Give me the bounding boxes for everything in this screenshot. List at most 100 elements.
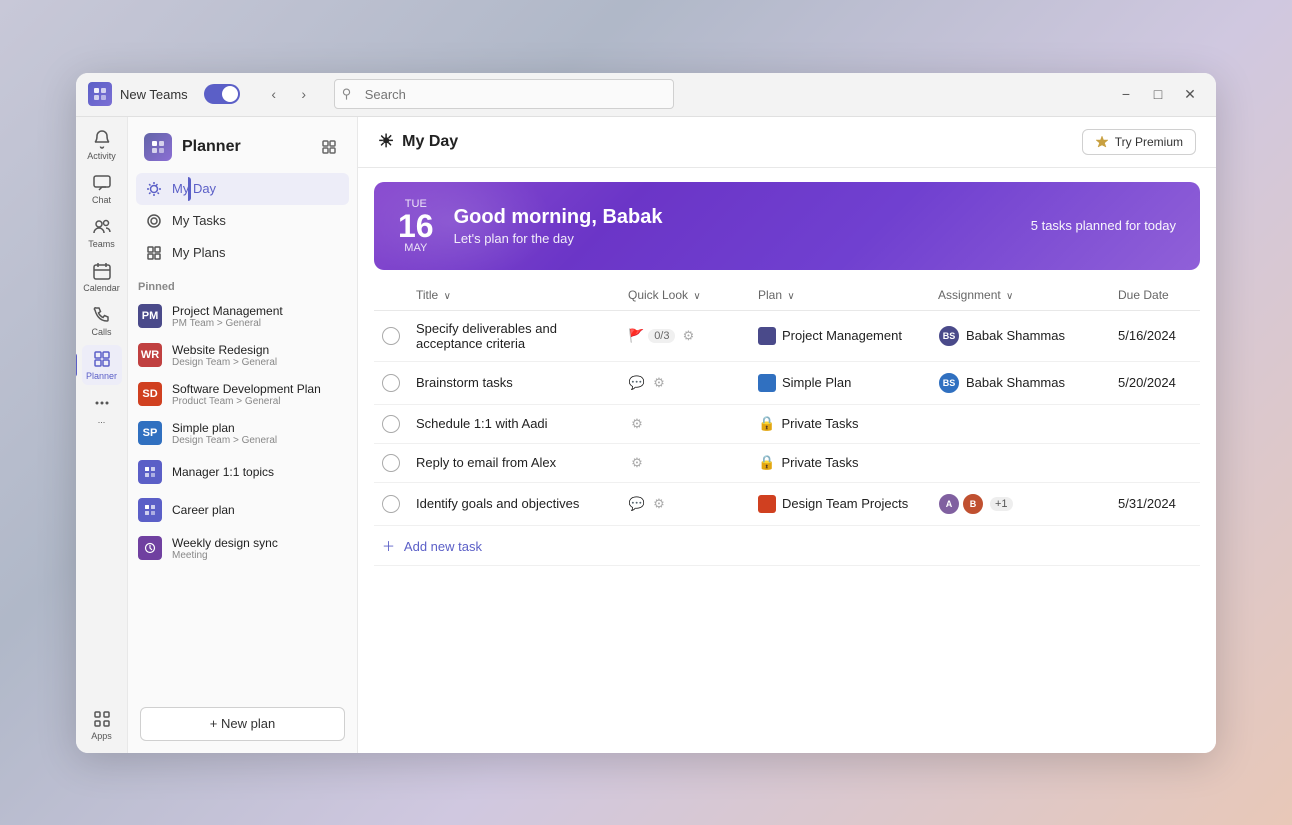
th-assignment[interactable]: Assignment ∨ — [930, 280, 1110, 311]
cp-icon — [138, 498, 162, 522]
sidebar-item-calls[interactable]: Calls — [82, 301, 122, 341]
search-input[interactable] — [334, 79, 674, 109]
settings-icon-r4[interactable]: ⚙ — [628, 454, 646, 472]
close-button[interactable]: ✕ — [1176, 80, 1204, 108]
plan-name-r4: Private Tasks — [781, 455, 858, 470]
avatar-r1: BS — [938, 325, 960, 347]
sidebar-item-calendar[interactable]: Calendar — [82, 257, 122, 297]
task-table-container: Title ∨ Quick Look ∨ Plan ∨ — [358, 280, 1216, 753]
planner-icon — [144, 133, 172, 161]
content-area: ☀ My Day Try Premium TUE 16 May Good mor… — [358, 117, 1216, 753]
chat-icon-r2: 💬 — [628, 374, 646, 392]
settings-icon-r3[interactable]: ⚙ — [628, 415, 646, 433]
add-task-label[interactable]: Add new task — [404, 539, 482, 554]
sidebar-item-chat[interactable]: Chat — [82, 169, 122, 209]
sp-icon: SP — [138, 421, 162, 445]
wr-name: Website Redesign — [172, 343, 277, 357]
nav-item-my-tasks[interactable]: My Tasks — [136, 205, 349, 237]
sidebar-pinned-section: Pinned PM Project Management PM Team > G… — [128, 269, 357, 695]
table-row: Brainstorm tasks 💬 ⚙ — [374, 361, 1200, 404]
th-due-date: Due Date — [1110, 280, 1200, 311]
assignee-cell-r3 — [930, 404, 1110, 443]
maximize-button[interactable]: □ — [1144, 80, 1172, 108]
nav-item-my-day[interactable]: My Day — [136, 173, 349, 205]
try-premium-button[interactable]: Try Premium — [1082, 129, 1196, 155]
chat-icon-r5: 💬 — [628, 495, 646, 513]
avatar-r5-2: B — [962, 493, 984, 515]
wds-icon — [138, 536, 162, 560]
task-checkbox-r1[interactable] — [382, 327, 400, 345]
pm-icon: PM — [138, 304, 162, 328]
pinned-item-sdp[interactable]: SD Software Development Plan Product Tea… — [128, 375, 357, 414]
sidebar-item-more[interactable]: ... — [82, 389, 122, 429]
calls-label: Calls — [91, 327, 111, 337]
main-content: Activity Chat Teams Calendar Calls — [76, 117, 1216, 753]
new-plan-button[interactable]: + New plan — [140, 707, 345, 741]
pinned-item-wr[interactable]: WR Website Redesign Design Team > Genera… — [128, 336, 357, 375]
m11-name: Manager 1:1 topics — [172, 465, 274, 479]
window-controls: − □ ✕ — [1112, 80, 1204, 108]
assignee-cell-r4 — [930, 443, 1110, 482]
sidebar-nav: My Day My Tasks My Plans — [128, 173, 357, 269]
nav-item-my-plans[interactable]: My Plans — [136, 237, 349, 269]
th-plan[interactable]: Plan ∨ — [750, 280, 930, 311]
sidebar-item-planner[interactable]: Planner — [82, 345, 122, 385]
planner-label: Planner — [86, 371, 117, 381]
app-logo-icon — [88, 82, 112, 106]
icon-rail: Activity Chat Teams Calendar Calls — [76, 117, 128, 753]
th-quick-look[interactable]: Quick Look ∨ — [620, 280, 750, 311]
forward-button[interactable]: › — [290, 80, 318, 108]
avatar-extra-count-r5: +1 — [990, 497, 1013, 511]
banner-day-label: TUE — [405, 198, 427, 210]
pinned-item-wds[interactable]: Weekly design sync Meeting — [128, 529, 357, 568]
pinned-item-sp[interactable]: SP Simple plan Design Team > General — [128, 414, 357, 453]
chat-label: Chat — [92, 195, 111, 205]
pinned-item-m11[interactable]: Manager 1:1 topics — [128, 453, 357, 491]
th-title[interactable]: Title ∨ — [408, 280, 620, 311]
my-day-icon: ☀ — [378, 131, 394, 152]
table-row: Identify goals and objectives 💬 ⚙ — [374, 482, 1200, 525]
pinned-item-pm[interactable]: PM Project Management PM Team > General — [128, 297, 357, 336]
due-date-r2: 5/20/2024 — [1110, 361, 1200, 404]
sidebar-item-teams[interactable]: Teams — [82, 213, 122, 253]
banner-date: TUE 16 May — [398, 198, 434, 254]
task-checkbox-r3[interactable] — [382, 415, 400, 433]
more-label: ... — [98, 415, 106, 425]
new-teams-toggle[interactable] — [204, 84, 240, 104]
task-title-r2: Brainstorm tasks — [416, 375, 513, 390]
plan-name-r2: Simple Plan — [782, 375, 851, 390]
cp-name: Career plan — [172, 503, 235, 517]
title-sort-icon: ∨ — [444, 291, 451, 302]
my-day-label: My Day — [172, 181, 216, 196]
sidebar-item-activity[interactable]: Activity — [82, 125, 122, 165]
settings-icon-r5[interactable]: ⚙ — [650, 495, 668, 513]
due-date-r3 — [1110, 404, 1200, 443]
back-button[interactable]: ‹ — [260, 80, 288, 108]
task-checkbox-r5[interactable] — [382, 495, 400, 513]
minimize-button[interactable]: − — [1112, 80, 1140, 108]
sidebar-item-apps[interactable]: Apps — [82, 705, 122, 745]
sdp-icon: SD — [138, 382, 162, 406]
settings-icon-r1[interactable]: ⚙ — [679, 327, 697, 345]
pinned-item-cp[interactable]: Career plan — [128, 491, 357, 529]
titlebar: New Teams ‹ › ⚲ − □ ✕ — [76, 73, 1216, 117]
banner-greeting: Good morning, Babak — [454, 206, 1031, 229]
table-row: Reply to email from Alex ⚙ 🔒 — [374, 443, 1200, 482]
due-date-r4 — [1110, 443, 1200, 482]
banner-day-num: 16 — [398, 210, 434, 242]
assignee-r2: Babak Shammas — [966, 375, 1065, 390]
settings-icon-r2[interactable]: ⚙ — [650, 374, 668, 392]
plan-name-r3: Private Tasks — [781, 416, 858, 431]
teams-label: Teams — [88, 239, 115, 249]
wds-name: Weekly design sync — [172, 536, 278, 550]
add-task-row[interactable]: ＋ Add new task — [374, 525, 1200, 565]
page-title: My Day — [402, 133, 458, 151]
app-window: New Teams ‹ › ⚲ − □ ✕ Activity C — [76, 73, 1216, 753]
task-title-r3: Schedule 1:1 with Aadi — [416, 416, 548, 431]
task-checkbox-r4[interactable] — [382, 454, 400, 472]
content-header: ☀ My Day Try Premium — [358, 117, 1216, 168]
task-checkbox-r2[interactable] — [382, 374, 400, 392]
plan-sort-icon: ∨ — [787, 291, 794, 302]
nav-buttons: ‹ › — [260, 80, 318, 108]
sidebar-expand-button[interactable] — [317, 135, 341, 159]
